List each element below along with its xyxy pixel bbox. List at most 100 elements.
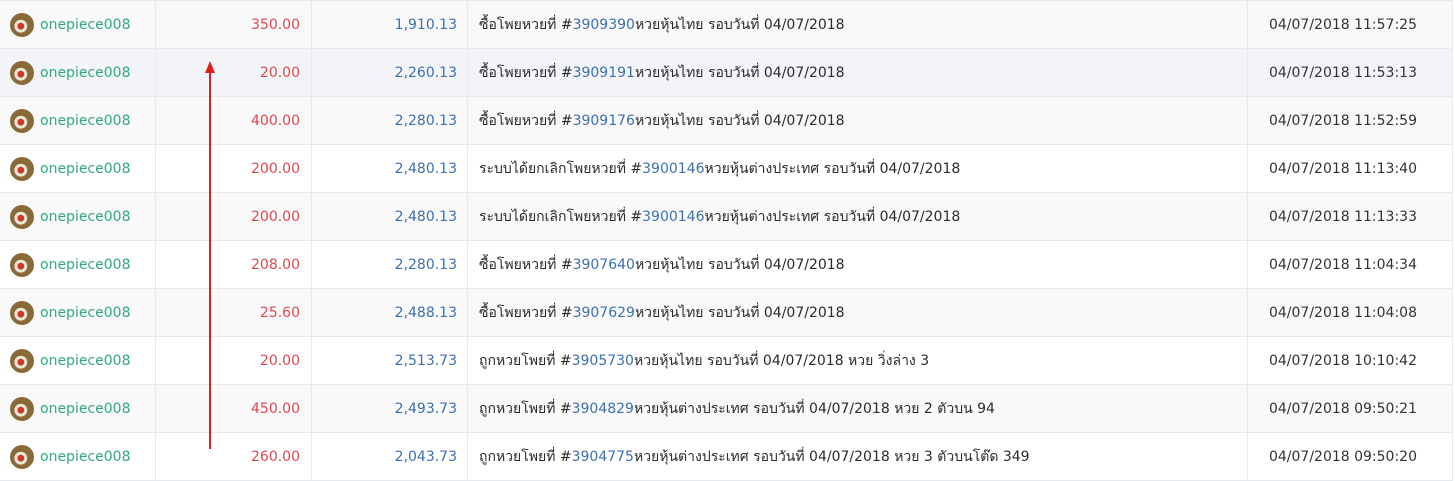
user-avatar-icon [10,204,34,229]
datetime: 04/07/2018 11:57:25 [1268,16,1417,33]
datetime: 04/07/2018 11:13:33 [1268,208,1417,225]
description-prefix: ถูกหวยโพยที่ # [479,400,572,417]
balance: 2,480.13 [312,145,468,192]
balance: 2,043.73 [312,433,468,480]
user-cell: onepiece008 [0,1,156,48]
description-prefix: ซื้อโพยหวยที่ # [479,64,573,81]
user-avatar-icon [10,348,34,373]
description-suffix: หวยหุ้นไทย รอบวันที่ 04/07/2018 [634,304,845,321]
ticket-link[interactable]: 3900146 [642,161,704,177]
datetime: 04/07/2018 10:10:42 [1268,352,1417,369]
description: ซื้อโพยหวยที่ #3909176 หวยหุ้นไทย รอบวัน… [468,97,1248,144]
ticket-link[interactable]: 3900146 [642,209,704,225]
description-prefix: ซื้อโพยหวยที่ # [479,304,573,321]
description-suffix: หวยหุ้นต่างประเทศ รอบวันที่ 04/07/2018 [704,208,961,225]
amount: 350.00 [156,1,312,48]
ticket-link[interactable]: 3909191 [573,65,635,81]
description: ซื้อโพยหวยที่ #3909390 หวยหุ้นไทย รอบวัน… [468,1,1248,48]
datetime: 04/07/2018 11:53:13 [1268,64,1417,81]
amount: 200.00 [156,193,312,240]
table-row: onepiece008 350.00 1,910.13 ซื้อโพยหวยที… [0,1,1452,49]
username-link[interactable]: onepiece008 [40,161,130,177]
table-row: onepiece008 200.00 2,480.13 ระบบได้ยกเลิ… [0,145,1452,193]
ticket-link[interactable]: 3907640 [573,257,635,273]
amount: 25.60 [156,289,312,336]
description: ถูกหวยโพยที่ #3904775 หวยหุ้นต่างประเทศ … [468,433,1248,480]
balance: 2,480.13 [312,193,468,240]
username-link[interactable]: onepiece008 [40,449,130,465]
user-avatar-icon [10,12,34,37]
description-prefix: ถูกหวยโพยที่ # [479,352,572,369]
ticket-link[interactable]: 3909176 [573,113,635,129]
username-link[interactable]: onepiece008 [40,65,130,81]
amount: 450.00 [156,385,312,432]
ticket-link[interactable]: 3904775 [572,449,634,465]
description-suffix: หวยหุ้นต่างประเทศ รอบวันที่ 04/07/2018 [704,160,961,177]
ticket-link[interactable]: 3904829 [572,401,634,417]
amount: 400.00 [156,97,312,144]
table-row: onepiece008 400.00 2,280.13 ซื้อโพยหวยที… [0,97,1452,145]
table-row: onepiece008 20.00 2,513.73 ถูกหวยโพยที่ … [0,337,1452,385]
datetime: 04/07/2018 11:04:08 [1268,304,1417,321]
description-suffix: หวยหุ้นไทย รอบวันที่ 04/07/2018 [634,16,845,33]
username-link[interactable]: onepiece008 [40,17,130,33]
description-suffix: หวยหุ้นไทย รอบวันที่ 04/07/2018 [634,112,845,129]
username-link[interactable]: onepiece008 [40,257,130,273]
amount: 208.00 [156,241,312,288]
ticket-link[interactable]: 3905730 [572,353,634,369]
description-suffix: หวยหุ้นไทย รอบวันที่ 04/07/2018 [634,256,845,273]
user-avatar-icon [10,156,34,181]
description-suffix: หวยหุ้นต่างประเทศ รอบวันที่ 04/07/2018 ห… [633,400,995,417]
table-row: onepiece008 208.00 2,280.13 ซื้อโพยหวยที… [0,241,1452,289]
user-cell: onepiece008 [0,385,156,432]
description-suffix: หวยหุ้นไทย รอบวันที่ 04/07/2018 [634,64,845,81]
balance: 2,488.13 [312,289,468,336]
amount: 20.00 [156,49,312,96]
balance: 2,493.73 [312,385,468,432]
datetime: 04/07/2018 09:50:21 [1268,400,1417,417]
description-prefix: ถูกหวยโพยที่ # [479,448,572,465]
user-cell: onepiece008 [0,97,156,144]
user-cell: onepiece008 [0,289,156,336]
balance: 2,280.13 [312,97,468,144]
amount: 260.00 [156,433,312,480]
amount: 20.00 [156,337,312,384]
user-cell: onepiece008 [0,193,156,240]
datetime: 04/07/2018 11:52:59 [1268,112,1417,129]
datetime: 04/07/2018 11:04:34 [1268,256,1417,273]
user-avatar-icon [10,252,34,277]
balance: 2,513.73 [312,337,468,384]
description-prefix: ระบบได้ยกเลิกโพยหวยที่ # [479,208,643,225]
description-suffix: หวยหุ้นไทย รอบวันที่ 04/07/2018 หวย วิ่ง… [633,352,930,369]
description: ระบบได้ยกเลิกโพยหวยที่ #3900146 หวยหุ้นต… [468,145,1248,192]
user-cell: onepiece008 [0,433,156,480]
username-link[interactable]: onepiece008 [40,401,130,417]
description-prefix: ซื้อโพยหวยที่ # [479,112,573,129]
ticket-link[interactable]: 3909390 [573,17,635,33]
user-cell: onepiece008 [0,337,156,384]
user-avatar-icon [10,60,34,85]
balance: 1,910.13 [312,1,468,48]
username-link[interactable]: onepiece008 [40,305,130,321]
balance: 2,260.13 [312,49,468,96]
username-link[interactable]: onepiece008 [40,209,130,225]
table-row: onepiece008 450.00 2,493.73 ถูกหวยโพยที่… [0,385,1452,433]
user-avatar-icon [10,300,34,325]
ticket-link[interactable]: 3907629 [573,305,635,321]
username-link[interactable]: onepiece008 [40,353,130,369]
table-row: onepiece008 200.00 2,480.13 ระบบได้ยกเลิ… [0,193,1452,241]
user-avatar-icon [10,444,34,469]
description: ระบบได้ยกเลิกโพยหวยที่ #3900146 หวยหุ้นต… [468,193,1248,240]
datetime: 04/07/2018 11:13:40 [1268,160,1417,177]
description: ซื้อโพยหวยที่ #3907629 หวยหุ้นไทย รอบวัน… [468,289,1248,336]
balance: 2,280.13 [312,241,468,288]
description-suffix: หวยหุ้นต่างประเทศ รอบวันที่ 04/07/2018 ห… [633,448,1030,465]
description-prefix: ซื้อโพยหวยที่ # [479,256,573,273]
description: ถูกหวยโพยที่ #3904829 หวยหุ้นต่างประเทศ … [468,385,1248,432]
transaction-table: onepiece008 350.00 1,910.13 ซื้อโพยหวยที… [0,0,1453,481]
description-prefix: ระบบได้ยกเลิกโพยหวยที่ # [479,160,643,177]
description-prefix: ซื้อโพยหวยที่ # [479,16,573,33]
username-link[interactable]: onepiece008 [40,113,130,129]
user-avatar-icon [10,108,34,133]
user-cell: onepiece008 [0,49,156,96]
